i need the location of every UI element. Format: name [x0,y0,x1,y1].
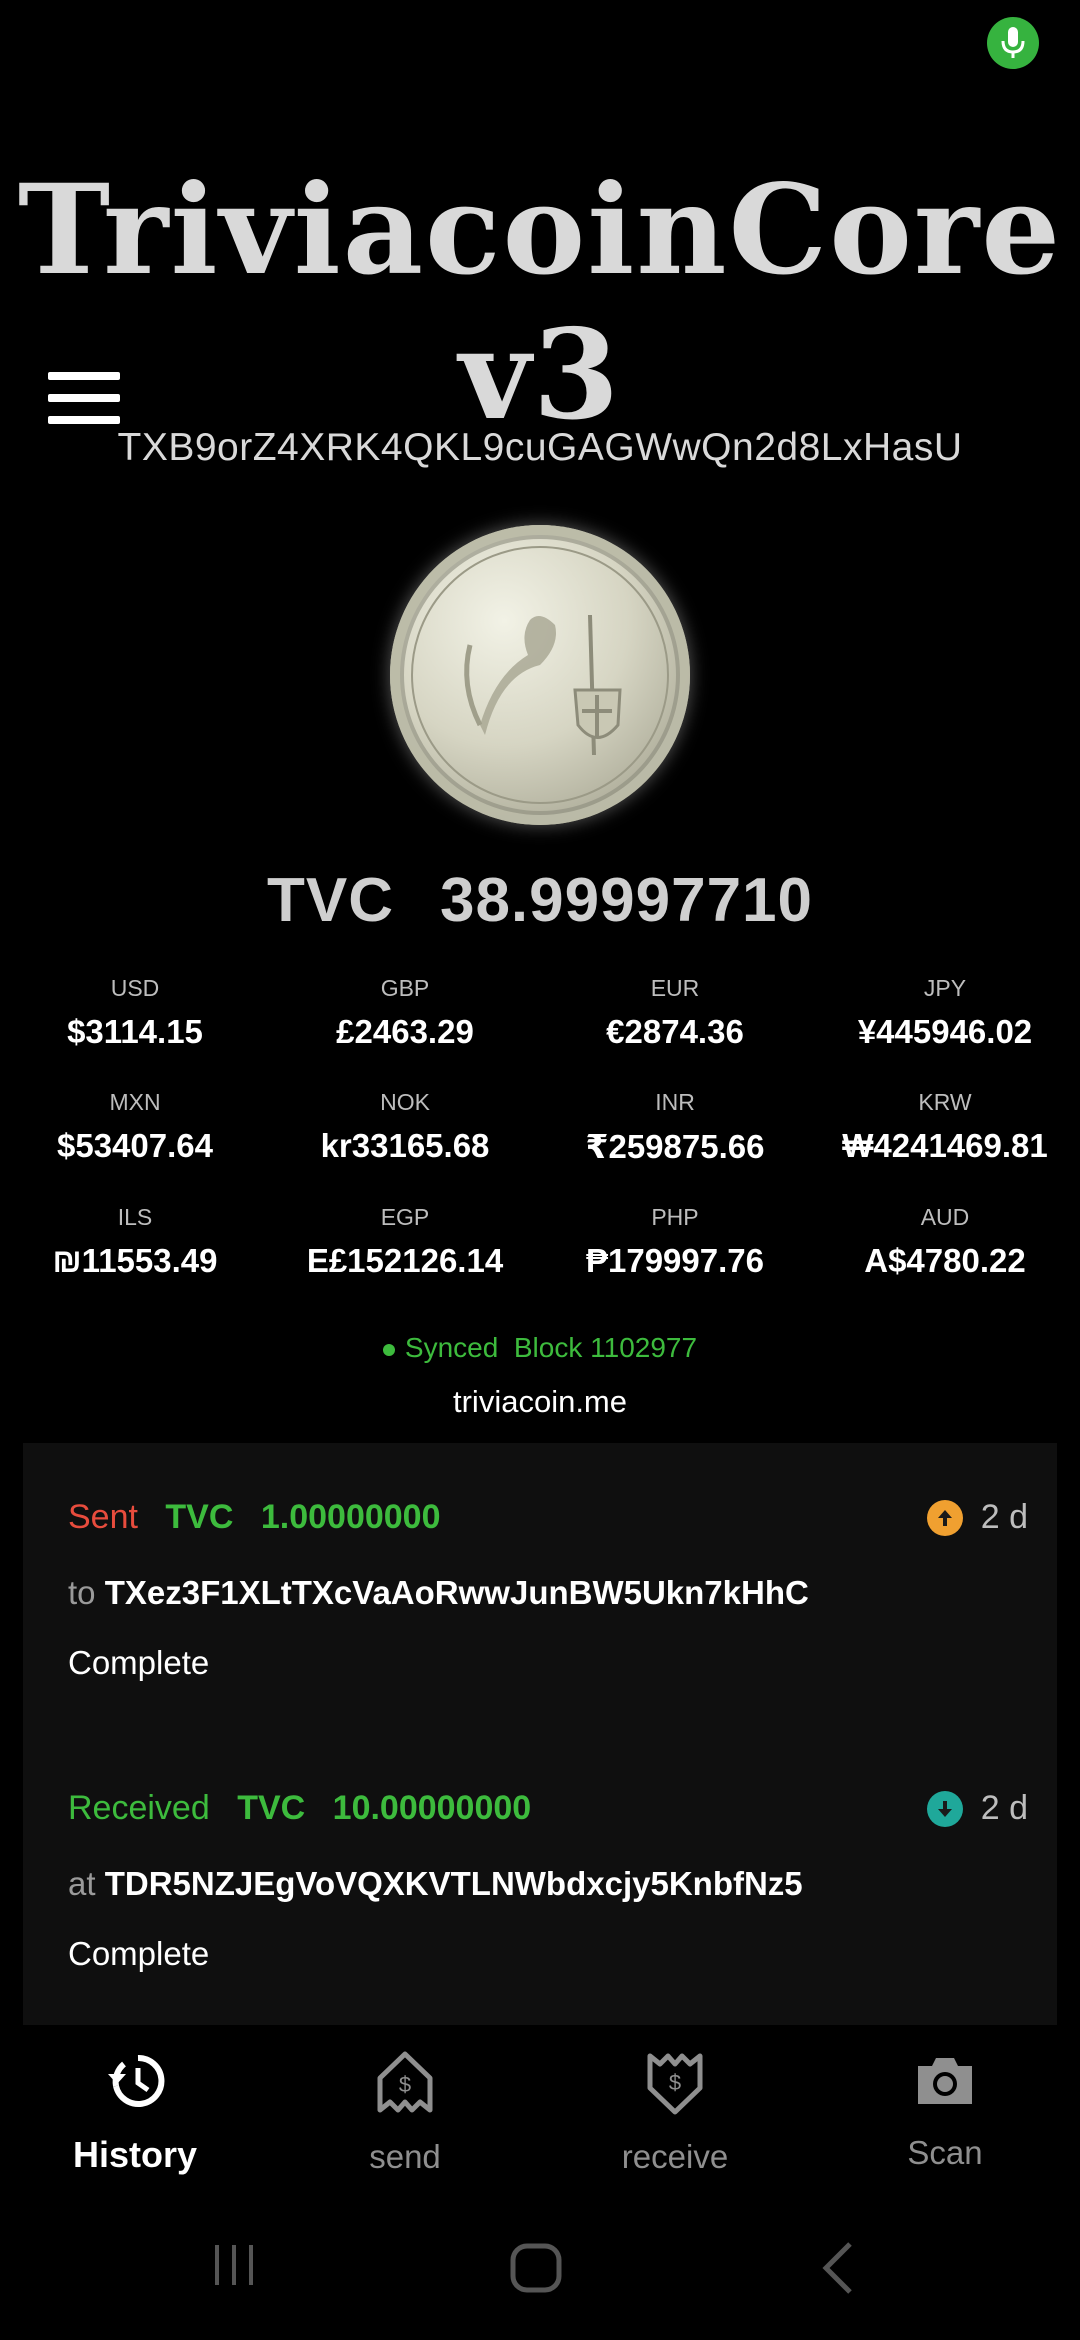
rate-eur: EUR €2874.36 [606,975,744,1050]
home-button[interactable] [508,2240,564,2301]
rate-nok: NOK kr33165.68 [320,1089,490,1164]
tab-label: receive [621,2138,729,2175]
send-money-icon: $ [377,2051,433,2113]
tx-age: 2 d [980,1498,1028,1536]
rate-inr: INR ₹259875.66 [585,1089,765,1165]
tx-prefix: at [68,1865,96,1902]
transaction-item[interactable]: Sent TVC 1.00000000 2 d to TXez3F1XLtTXc… [68,1498,1028,1682]
tx-status: Complete [68,1644,210,1681]
tx-status: Complete [68,1935,210,1972]
balance-display: TVC 38.99997710 [0,865,1080,936]
voice-input-button[interactable] [987,17,1039,69]
arrow-down-icon [926,1790,963,1827]
recent-apps-button[interactable] [210,2240,260,2295]
camera-icon [918,2058,972,2104]
tx-address: TDR5NZJEgVoVQXKVTLNWbdxcjy5KnbfNz5 [104,1865,803,1902]
tab-label: send [369,2138,441,2175]
website-link[interactable]: triviacoin.me [0,1384,1080,1420]
receive-money-icon: $ [647,2053,703,2115]
balance-amount: 38.99997710 [439,866,814,935]
rate-jpy: JPY ¥445946.02 [857,975,1033,1050]
rate-usd: USD $3114.15 [67,975,203,1050]
back-button[interactable] [818,2240,858,2301]
tab-label: History [72,2134,198,2175]
svg-text:$: $ [399,2072,411,2097]
microphone-icon [1001,27,1025,58]
rate-php: PHP ₱179997.76 [585,1204,764,1279]
rate-aud: AUD A$4780.22 [864,1204,1026,1279]
transaction-history-list[interactable]: Sent TVC 1.00000000 2 d to TXez3F1XLtTXc… [23,1443,1057,2025]
recents-icon [215,2245,253,2285]
tx-amount: 1.00000000 [260,1498,441,1536]
hamburger-menu-button[interactable] [48,372,120,428]
tx-amount: 10.00000000 [332,1789,532,1827]
tx-address: TXez3F1XLtTXcVaAoRwwJunBW5Ukn7kHhC [104,1574,809,1611]
tab-label: Scan [907,2134,983,2171]
arrow-up-icon [926,1499,963,1536]
rate-krw: KRW ₩4241469.81 [842,1089,1048,1164]
tab-send[interactable]: $ send [270,2025,540,2205]
balance-symbol: TVC [266,866,394,935]
fiat-rates-grid: USD $3114.15 GBP £2463.29 EUR €2874.36 JPY ¥… [0,975,1080,1280]
sync-dot-icon [382,1343,395,1356]
back-icon [822,2242,852,2294]
transaction-item[interactable]: Received TVC 10.00000000 2 d at TDR5NZJE… [68,1789,1028,1973]
sync-status: Synced Block 1102977 [0,1332,1080,1364]
tab-receive[interactable]: $ receive [540,2025,810,2205]
menu-icon [48,372,120,380]
wallet-address[interactable]: TXB9orZ4XRK4QKL9cuGAGWwQn2d8LxHasU [0,426,1080,470]
tx-symbol: TVC [237,1789,306,1827]
tx-symbol: TVC [165,1498,234,1536]
tx-type: Received [68,1789,210,1827]
coin-logo-image [390,525,690,825]
home-icon [510,2243,562,2293]
bottom-navigation: History $ send $ receive Scan [0,2025,1080,2205]
tab-scan[interactable]: Scan [810,2025,1080,2205]
coin-emblem-icon [411,546,669,804]
svg-text:$: $ [669,2070,681,2095]
system-navigation-bar [0,2220,1080,2330]
tx-type: Sent [68,1498,138,1536]
rate-ils: ILS ₪11553.49 [52,1204,218,1279]
rate-egp: EGP E£152126.14 [306,1204,504,1279]
history-icon [108,2054,165,2107]
app-title: TriviacoinCore v3 [17,158,1063,448]
rate-gbp: GBP £2463.29 [336,975,474,1050]
tx-age: 2 d [980,1789,1028,1827]
rate-mxn: MXN $53407.64 [57,1089,213,1164]
tx-prefix: to [68,1574,96,1611]
tab-history[interactable]: History [0,2025,270,2205]
